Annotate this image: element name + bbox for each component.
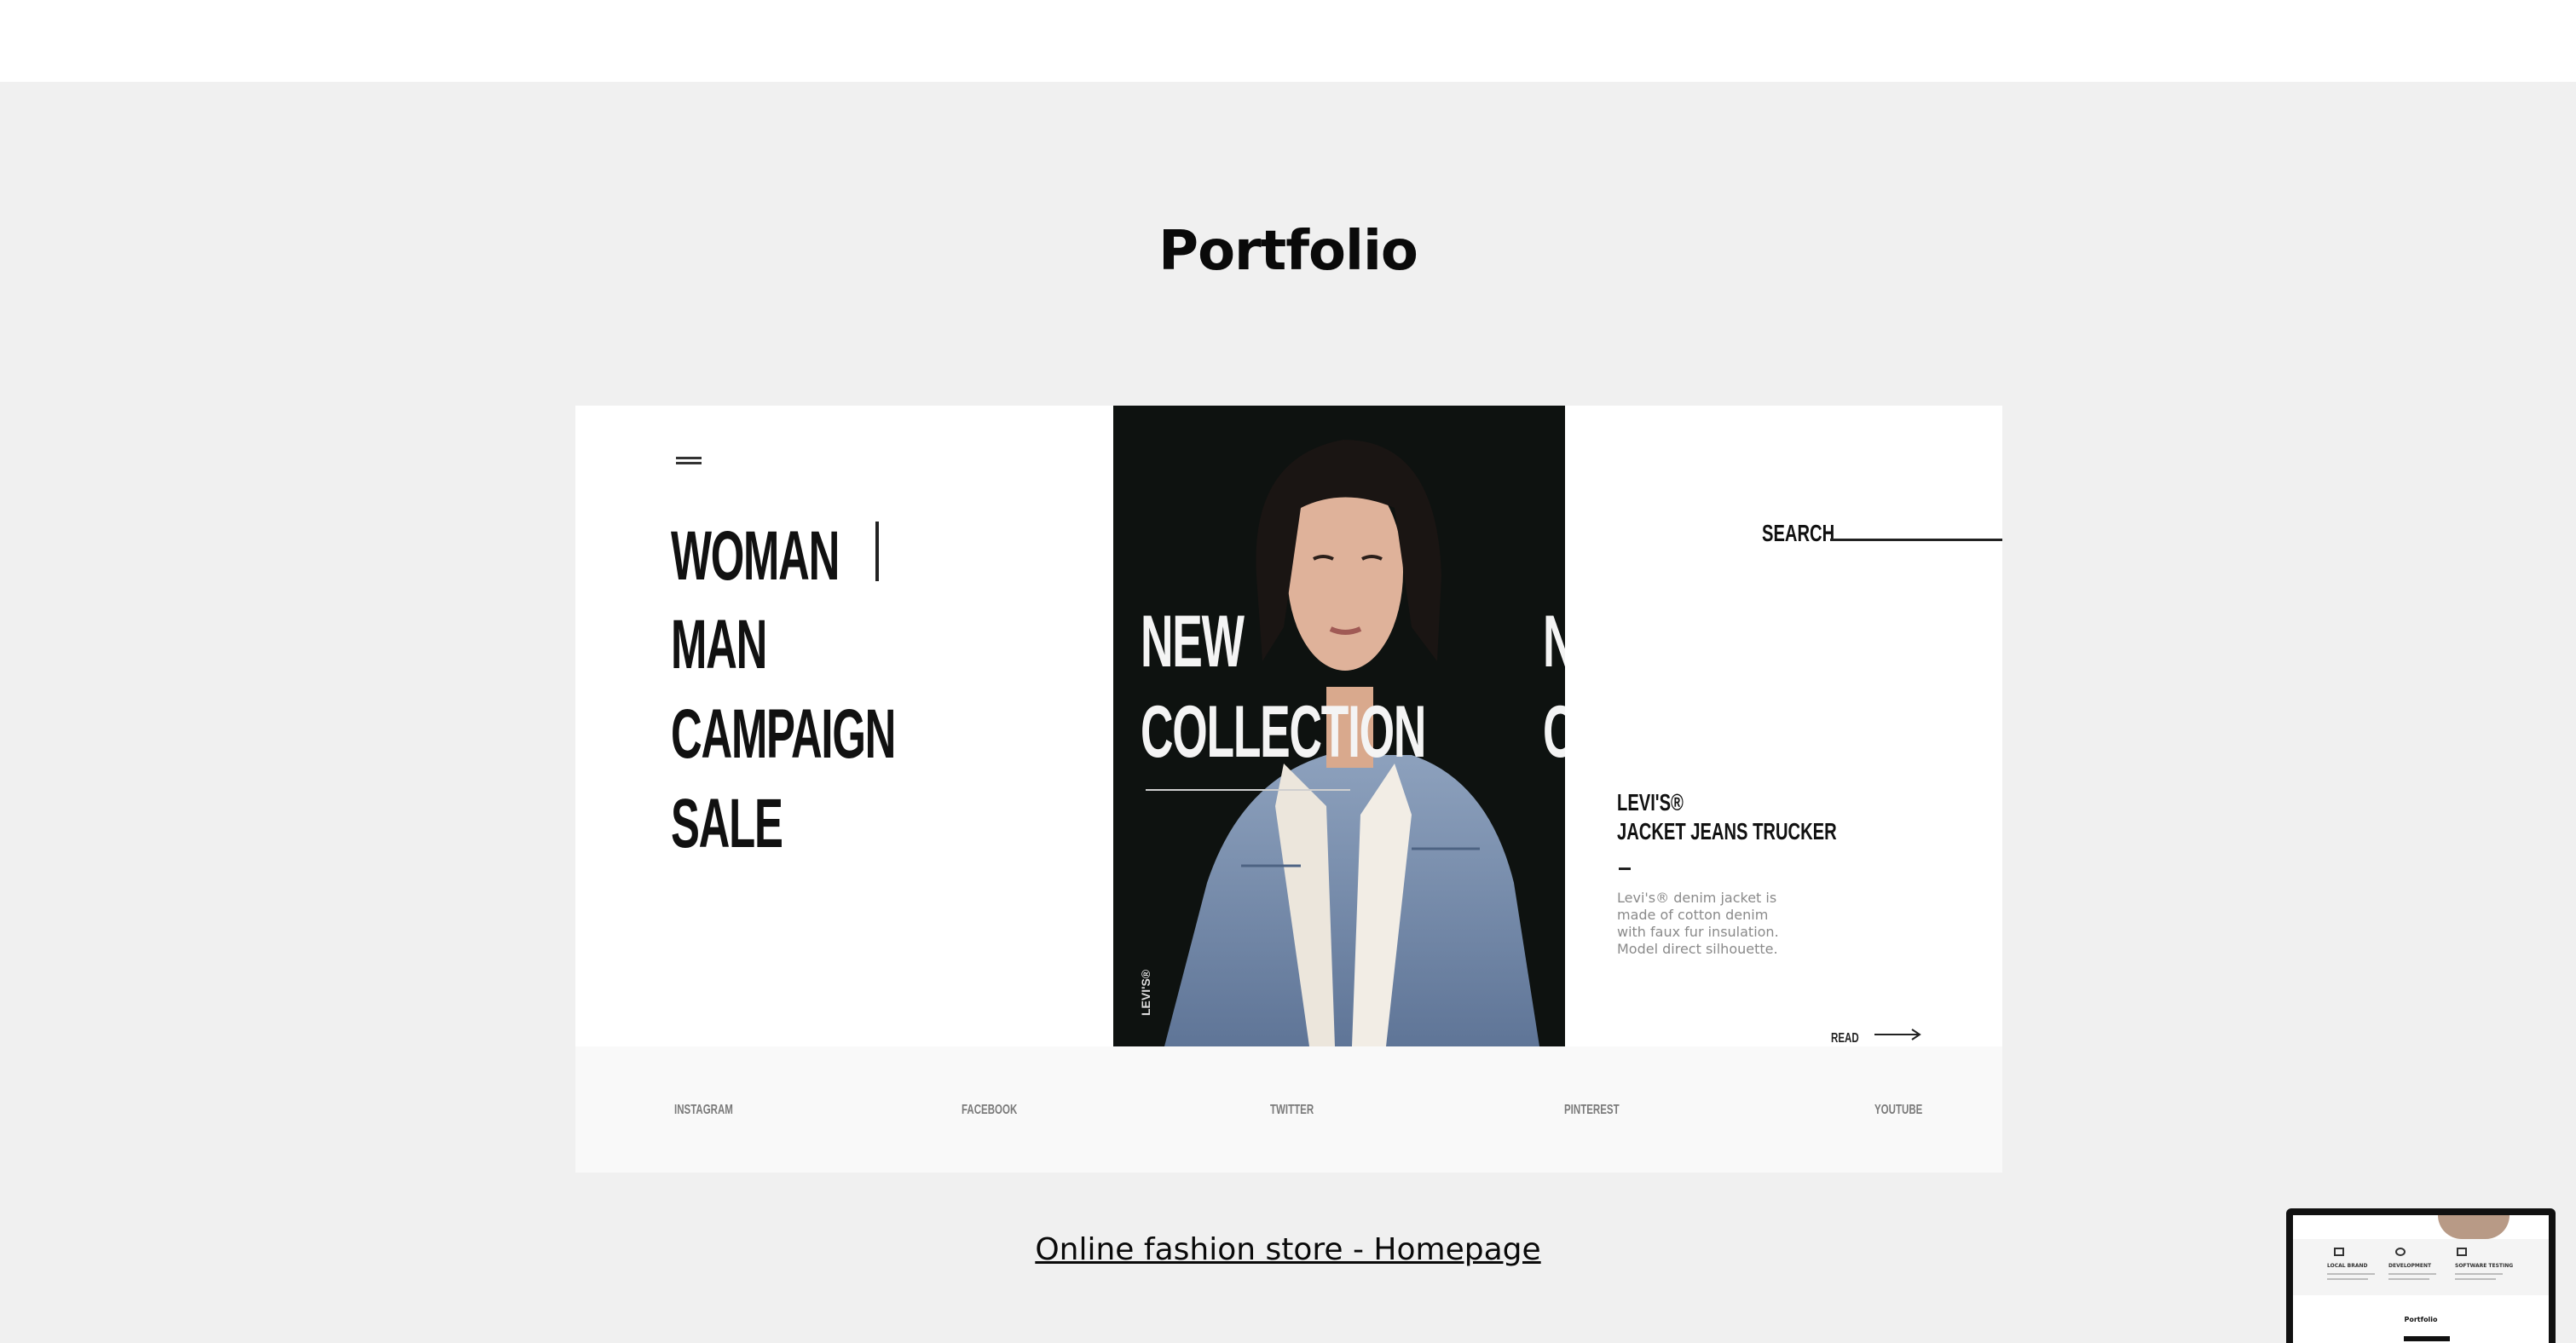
product-brand: LEVI'S® <box>1617 789 1684 816</box>
portfolio-card[interactable]: WOMAN MAN CAMPAIGN SALE NEW COLLECTION L… <box>575 406 2002 1173</box>
preview-photo <box>2438 1215 2510 1239</box>
menu-item-sale: SALE <box>671 785 783 862</box>
product-description: Levi's® denim jacket is made of cotton d… <box>1617 890 1779 957</box>
preview-text-line <box>2388 1278 2429 1280</box>
page-preview-thumbnail[interactable]: LOCAL BRAND DEVELOPMENT SOFTWARE TESTING… <box>2286 1208 2556 1343</box>
social-link-youtube: YOUTUBE <box>1874 1103 1923 1117</box>
hero-underline <box>1146 789 1350 791</box>
preview-testing-icon <box>2457 1248 2467 1256</box>
product-name: JACKET JEANS TRUCKER <box>1617 818 1837 844</box>
preview-column-1: LOCAL BRAND <box>2327 1263 2368 1269</box>
top-header-bar <box>0 0 2576 82</box>
hero-image: NEW COLLECTION N C LEVI'S® <box>1113 406 1565 1046</box>
social-link-instagram: INSTAGRAM <box>674 1103 733 1117</box>
hero-headline-collection: COLLECTION <box>1141 691 1426 773</box>
preview-column-3: SOFTWARE TESTING <box>2455 1263 2514 1269</box>
preview-text-line <box>2327 1273 2375 1275</box>
product-divider <box>1619 867 1631 870</box>
hero-ghost-letter-n: N <box>1543 605 1565 678</box>
preview-image-bar <box>2404 1336 2450 1341</box>
menu-item-campaign: CAMPAIGN <box>671 695 896 773</box>
read-label: READ <box>1831 1031 1859 1046</box>
section-title: Portfolio <box>1158 220 1418 283</box>
preview-text-line <box>2388 1273 2436 1275</box>
hero-brand-vertical: LEVI'S® <box>1139 969 1152 1016</box>
arrow-right-icon <box>1874 1029 1921 1040</box>
search-input-line <box>1830 539 2002 541</box>
project-caption-link[interactable]: Online fashion store - Homepage <box>0 1232 2576 1267</box>
preview-column-2: DEVELOPMENT <box>2388 1263 2432 1269</box>
preview-text-line <box>2455 1278 2496 1280</box>
preview-text-line <box>2455 1273 2503 1275</box>
menu-item-woman: WOMAN <box>671 517 840 595</box>
text-cursor <box>875 522 879 581</box>
social-link-twitter: TWITTER <box>1270 1103 1314 1117</box>
preview-screen: LOCAL BRAND DEVELOPMENT SOFTWARE TESTING… <box>2293 1215 2549 1343</box>
hero-headline-new: NEW <box>1141 601 1245 683</box>
preview-development-icon <box>2395 1248 2406 1256</box>
social-link-pinterest: PINTEREST <box>1564 1103 1620 1117</box>
menu-item-man: MAN <box>671 606 767 683</box>
hamburger-icon <box>676 457 702 469</box>
search-label: SEARCH <box>1762 520 1835 546</box>
preview-brand-icon <box>2334 1248 2344 1256</box>
preview-title: Portfolio <box>2404 1316 2438 1323</box>
preview-text-line <box>2327 1278 2368 1280</box>
hero-ghost-letter-c: C <box>1543 695 1565 769</box>
social-link-facebook: FACEBOOK <box>962 1103 1018 1117</box>
